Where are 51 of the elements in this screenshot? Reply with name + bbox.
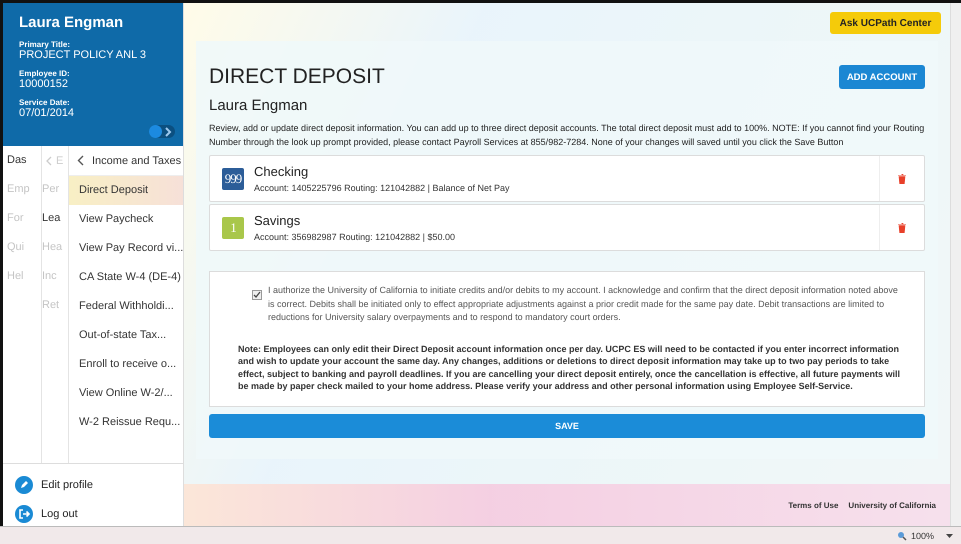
- menu-item[interactable]: Enroll to receive o...: [69, 350, 183, 379]
- priority-badge: 1: [222, 216, 244, 238]
- menu-title: Income and Taxes: [92, 154, 182, 166]
- field-value: PROJECT POLICY ANL 3: [19, 49, 147, 61]
- trash-icon[interactable]: [898, 222, 906, 232]
- field-label: Primary Title:: [19, 40, 71, 49]
- description: Review, add or update direct deposit information. You can add up to three direct deposit accounts. The total direct deposit must add to 100%. NOTE: If you cannot find your Routing Number through the look up prompt provided, please contact Payroll Services at 855/982-7284. None of your changes will saved until you click the Save Button: [209, 122, 925, 149]
- priority-badge: 999: [222, 168, 244, 190]
- dropdown-icon[interactable]: [946, 534, 953, 538]
- menu-item[interactable]: Out-of-state Tax...: [69, 321, 183, 350]
- menu-item[interactable]: W-2 Reissue Requ...: [69, 408, 183, 437]
- trash-icon[interactable]: [898, 174, 906, 184]
- back-icon[interactable]: [77, 155, 84, 166]
- footer-link[interactable]: University of California: [848, 500, 936, 510]
- account-type: Savings: [254, 213, 302, 228]
- footer-link[interactable]: Terms of Use: [788, 500, 838, 510]
- menu-item[interactable]: View Online W-2/...: [69, 379, 183, 408]
- account-type: Checking: [254, 164, 310, 179]
- field-value: 07/01/2014: [19, 107, 76, 119]
- authorization-text: I authorize the University of California to initiate credits and/or debits to my account. I acknowledge and confirm that the direct deposit information noted above is correct. Debits shall be initiated only to effect appropriate adjustments against a prior credit made for the same pay date. Debit transactions are limited to reductions for University salary overpayments and to respond to mandatory court orders.: [268, 284, 899, 324]
- menu-item[interactable]: CA State W-4 (DE-4): [69, 263, 183, 292]
- menu-item[interactable]: Direct Deposit: [69, 176, 183, 205]
- field-value: 10000152: [19, 78, 69, 90]
- zoom-level[interactable]: 100%: [910, 530, 934, 540]
- account-details: Account: 1405225796 Routing: 121042882 | Balance of Net Pay: [254, 183, 511, 193]
- collapse-toggle[interactable]: [149, 125, 175, 138]
- action-link[interactable]: Edit profile: [41, 478, 93, 490]
- chevron-icon[interactable]: [164, 126, 172, 136]
- nav-item[interactable]: Das: [7, 146, 41, 175]
- zoom-icon[interactable]: [896, 530, 907, 540]
- nav-item[interactable]: Lea: [42, 204, 68, 233]
- field-label: Service Date:: [19, 98, 71, 107]
- profile-name: Laura Engman: [19, 14, 124, 31]
- scrollbar[interactable]: [950, 3, 961, 526]
- action-link[interactable]: Log out: [41, 508, 78, 520]
- pencil-icon[interactable]: [15, 476, 33, 494]
- note-text: Note: Employees can only edit their Direct Deposit account information once per day. UCPC ES will need to be contacted if you enter incorrect information and wish to update your account the same day. Any changes, additions or deletions to direct deposit information may take up to two pay periods to take effect, subject to banking and payroll deadlines. If you are cancelling your direct deposit entirely, once the cancellation is effective, all future payments will be made by paper check mailed to your home address. Please verify your address and other personal information using Employee Self-Service.: [238, 342, 902, 392]
- save-button[interactable]: SAVE: [209, 414, 925, 438]
- checkbox[interactable]: [252, 290, 262, 300]
- help-button[interactable]: Ask UCPath Center: [830, 12, 941, 34]
- menu-item[interactable]: View Pay Record vi...: [69, 234, 183, 263]
- employee-name: Laura Engman: [209, 97, 308, 114]
- account-card[interactable]: 999 Checking Account: 1405225796 Routing: 121042882 | Balance of Net Pay: [209, 155, 925, 202]
- logout-icon[interactable]: [15, 504, 33, 522]
- menu-item[interactable]: View Paycheck: [69, 205, 183, 234]
- menu-item[interactable]: Federal Withholdi...: [69, 292, 183, 321]
- account-card[interactable]: 1 Savings Account: 356982987 Routing: 121042882 | $50.00: [209, 204, 925, 251]
- account-details: Account: 356982987 Routing: 121042882 | $50.00: [254, 232, 456, 242]
- field-label: Employee ID:: [19, 69, 71, 78]
- page-title: DIRECT DEPOSIT: [209, 65, 385, 89]
- add-account-button[interactable]: ADD ACCOUNT: [839, 65, 925, 89]
